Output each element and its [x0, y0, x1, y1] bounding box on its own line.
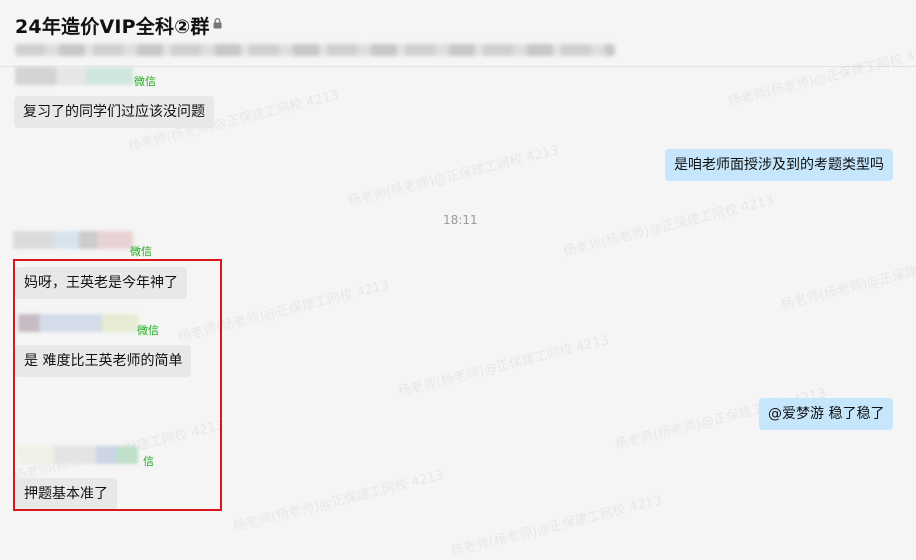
highlight-box [13, 259, 222, 511]
lock-icon [213, 18, 222, 29]
watermark: 杨老师(杨老师)@正保建工网校 4213 [561, 192, 776, 260]
sender-tag: 微信 [130, 245, 152, 258]
sender-name-blurred[interactable] [15, 67, 133, 85]
message-bubble-self[interactable]: 是咱老师面授涉及到的考题类型吗 [665, 149, 893, 181]
watermark: 杨老师(杨老师)@正保建工网校 4213 [396, 332, 611, 400]
message-bubble[interactable]: 复习了的同学们过应该没问题 [14, 96, 214, 128]
sender-name-blurred[interactable] [13, 231, 133, 249]
watermark: 杨老师(杨老师)@正保建工网校 4213 [779, 246, 916, 313]
group-notice-blurred[interactable] [15, 44, 615, 56]
watermark: 杨老师(杨老师)@正保建工网校 4213 [231, 467, 446, 535]
watermark: 杨老师(杨老师)@正保建工网校 4213 [449, 492, 664, 560]
chat-header: 24年造价VIP全科②群 [0, 0, 916, 67]
sender-tag: 微信 [134, 75, 156, 88]
timestamp: 18:11 [443, 213, 478, 227]
message-bubble-self[interactable]: @爱梦游 稳了稳了 [759, 398, 894, 430]
group-title[interactable]: 24年造价VIP全科②群 [15, 12, 210, 39]
watermark: 杨老师(杨老师)@正保建工网校 4213 [346, 142, 561, 210]
